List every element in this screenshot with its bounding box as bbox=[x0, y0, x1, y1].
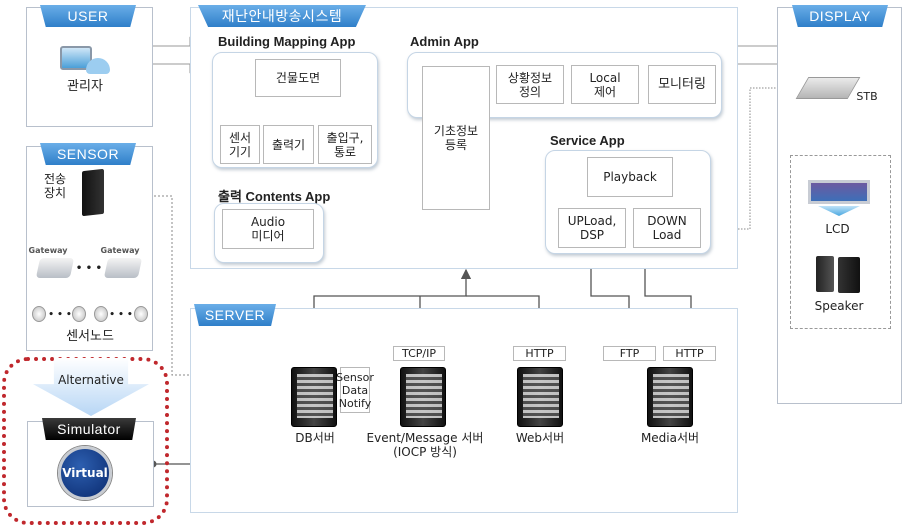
playback-box[interactable]: Playback bbox=[587, 157, 673, 197]
media-server-label: Media서버 bbox=[640, 431, 700, 445]
floor-plan-box[interactable]: 건물도면 bbox=[255, 59, 341, 97]
stb-label: STB bbox=[856, 90, 878, 103]
situation-info-box[interactable]: 상황정보 정의 bbox=[496, 65, 564, 104]
sensor-node-icon bbox=[72, 306, 86, 322]
download-box[interactable]: DOWN Load bbox=[633, 208, 701, 248]
exit-passage-box[interactable]: 출입구, 통로 bbox=[318, 125, 372, 164]
simulator-header: Simulator bbox=[42, 418, 136, 440]
speaker-label: Speaker bbox=[814, 299, 864, 313]
gateway-label-2: Gateway bbox=[100, 246, 140, 255]
sensor-node-icon bbox=[32, 306, 46, 322]
system-title: 재난안내방송시스템 bbox=[198, 5, 366, 27]
admin-label: 관리자 bbox=[67, 79, 103, 94]
media-http-protocol: HTTP bbox=[663, 346, 716, 361]
lcd-label: LCD bbox=[825, 222, 850, 236]
audio-media-box[interactable]: Audio 미디어 bbox=[222, 209, 314, 249]
gateway-label-1: Gateway bbox=[28, 246, 68, 255]
monitoring-box[interactable]: 모니터링 bbox=[648, 65, 716, 104]
gateway-icon bbox=[35, 258, 75, 278]
local-control-box[interactable]: Local 제어 bbox=[571, 65, 639, 104]
service-app-title: Service App bbox=[550, 133, 625, 148]
web-http-protocol: HTTP bbox=[513, 346, 566, 361]
web-server-icon bbox=[517, 367, 563, 427]
sensor-node-label: 센서노드 bbox=[66, 329, 114, 344]
lcd-icon bbox=[808, 180, 870, 204]
speaker-left-icon bbox=[816, 256, 834, 292]
gateway-ellipsis: • • • bbox=[75, 263, 103, 274]
transmitter-device-icon bbox=[82, 168, 104, 217]
sensor-header: SENSOR bbox=[40, 143, 136, 165]
output-device-box[interactable]: 출력기 bbox=[263, 125, 314, 164]
building-mapping-title: Building Mapping App bbox=[218, 34, 356, 49]
server-header: SERVER bbox=[194, 304, 276, 326]
media-server-icon bbox=[647, 367, 693, 427]
media-ftp-protocol: FTP bbox=[603, 346, 656, 361]
user-header: USER bbox=[40, 5, 136, 27]
node-ellipsis-1: • • • bbox=[48, 310, 72, 320]
gateway-icon bbox=[103, 258, 143, 278]
tcp-ip-protocol: TCP/IP bbox=[393, 346, 445, 361]
db-server-icon bbox=[291, 367, 337, 427]
sensor-node-icon bbox=[134, 306, 148, 322]
admin-computer-icon bbox=[60, 46, 112, 76]
basic-info-box[interactable]: 기초정보 등록 bbox=[422, 66, 490, 210]
virtual-button[interactable]: Virtual bbox=[58, 446, 112, 500]
transmitter-label: 전송 장치 bbox=[43, 172, 67, 200]
web-server-label: Web서버 bbox=[515, 431, 565, 445]
display-header: DISPLAY bbox=[792, 5, 888, 27]
sensor-device-box[interactable]: 센서 기기 bbox=[220, 125, 260, 164]
admin-app-title: Admin App bbox=[410, 34, 479, 49]
sensor-node-icon bbox=[94, 306, 108, 322]
speaker-right-icon bbox=[838, 257, 860, 293]
upload-dsp-box[interactable]: UPLoad, DSP bbox=[558, 208, 626, 248]
node-ellipsis-2: • • • bbox=[109, 310, 133, 320]
db-server-label: DB서버 bbox=[295, 431, 335, 445]
event-server-icon bbox=[400, 367, 446, 427]
event-server-label: Event/Message 서버 (IOCP 방식) bbox=[366, 431, 484, 459]
alternative-label: Alternative bbox=[58, 373, 124, 387]
sensor-data-notify-box: Sensor Data Notify bbox=[336, 367, 374, 413]
